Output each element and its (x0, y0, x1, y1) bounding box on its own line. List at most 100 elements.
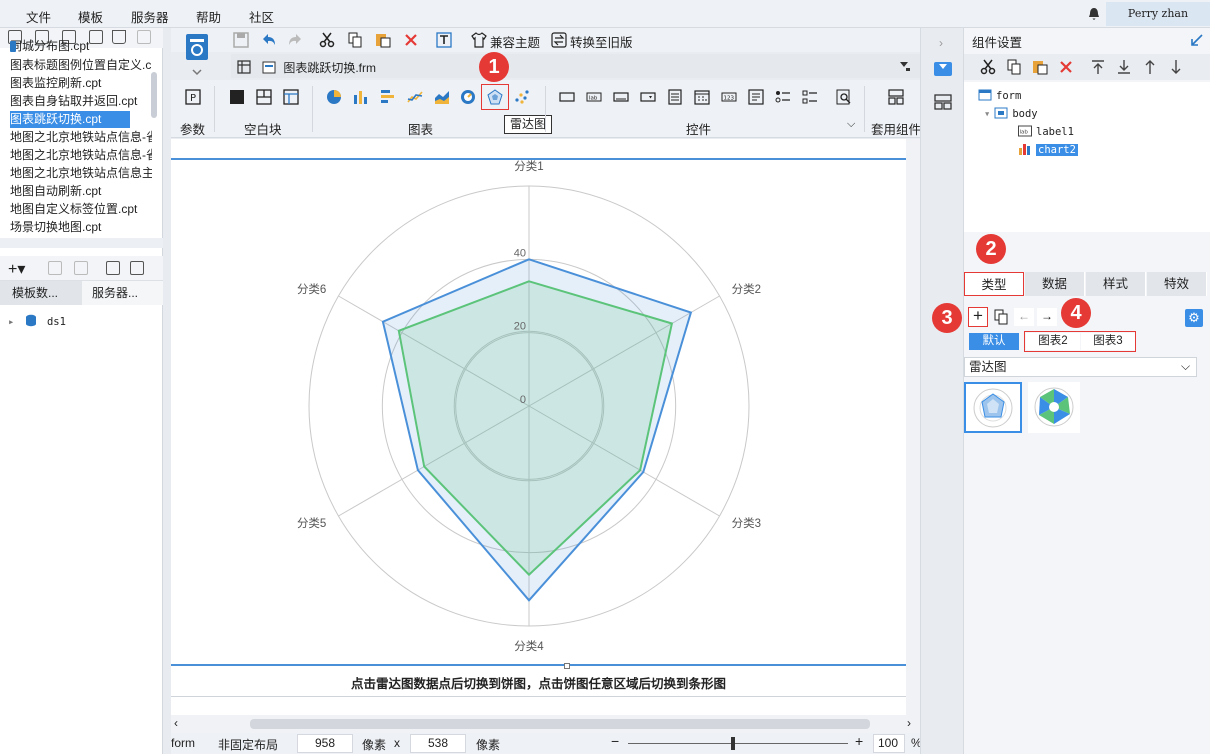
subtab-default[interactable]: 默认 (969, 333, 1019, 350)
parameter-icon[interactable]: P (185, 89, 201, 105)
collapse-icon[interactable]: › (939, 36, 943, 50)
datasource-item[interactable]: ▸ ds1 (8, 314, 66, 330)
zoom-slider[interactable] (628, 743, 848, 744)
list-item-selected[interactable]: 图表跳跃切换.cpt (10, 111, 130, 128)
combo-widget-icon[interactable] (640, 89, 656, 105)
tab-menu-icon[interactable] (899, 60, 911, 72)
button-widget-icon[interactable] (559, 89, 575, 105)
paste-icon[interactable] (1032, 59, 1048, 75)
move-top-icon[interactable] (1090, 59, 1106, 75)
tab-type[interactable]: 类型 (964, 272, 1024, 296)
grid-icon[interactable] (237, 60, 251, 74)
panel-splitter[interactable] (163, 28, 171, 754)
zoom-in-icon[interactable]: + (855, 733, 863, 749)
horizontal-scroll-thumb[interactable] (250, 719, 870, 729)
scroll-left-icon[interactable]: ‹ (174, 716, 178, 730)
menu-template[interactable]: 模板 (78, 7, 103, 26)
menu-server[interactable]: 服务器 (131, 7, 169, 26)
zoom-out-icon[interactable]: − (611, 733, 619, 749)
status-layout-mode[interactable]: 非固定布局 (218, 736, 278, 753)
hint-label[interactable]: 点击雷达图数据点后切换到饼图，点击饼图任意区域后切换到条形图 (171, 673, 906, 692)
gear-icon[interactable]: ⚙ (1185, 309, 1203, 327)
text-icon[interactable] (436, 32, 452, 48)
bar-chart-icon[interactable] (353, 89, 369, 105)
list-item[interactable]: 图表标题图例位置自定义.cpt (10, 57, 152, 74)
menu-help[interactable]: 帮助 (196, 7, 221, 26)
line-chart-icon[interactable] (407, 89, 423, 105)
radar-chart[interactable]: 0 20 40 分类1 分类2 分类3 分类4 分类5 分类6 (171, 139, 906, 665)
tree-item-chart2[interactable]: chart2 (1018, 143, 1078, 156)
zoom-input[interactable]: 100 (873, 734, 905, 753)
panel-divider[interactable] (0, 238, 163, 248)
add-icon[interactable]: +▾ (8, 259, 25, 279)
preview-icon[interactable] (106, 261, 120, 275)
move-down-icon[interactable] (1168, 59, 1184, 75)
tree-item-label1[interactable]: lab label1 (1018, 125, 1074, 138)
add-chart-button[interactable]: + (968, 307, 988, 327)
checkbox-widget-icon[interactable] (802, 89, 818, 105)
list-item[interactable]: 地图自动刷新.cpt (10, 183, 152, 200)
list-item[interactable]: 同城分布图.cpt (10, 38, 152, 55)
height-input[interactable]: 538 (410, 734, 466, 753)
convert-old-button[interactable]: 转换至旧版 (570, 32, 633, 51)
scatter-chart-icon[interactable] (514, 89, 530, 105)
scroll-right-icon[interactable]: › (907, 716, 911, 730)
tree-item-body[interactable]: ▾ body (984, 107, 1038, 120)
gauge-chart-icon[interactable] (460, 89, 476, 105)
number-widget-icon[interactable]: 123 (721, 89, 737, 105)
list-item[interactable]: 地图之北京地铁站点信息主 (10, 165, 152, 182)
list-widget-icon[interactable] (667, 89, 683, 105)
tab-data[interactable]: 数据 (1025, 272, 1085, 296)
pie-chart-icon[interactable] (326, 89, 342, 105)
shirt-icon[interactable] (471, 32, 487, 48)
textarea-widget-icon[interactable] (748, 89, 764, 105)
move-up-icon[interactable] (1142, 59, 1158, 75)
cut-icon[interactable] (980, 59, 996, 75)
menu-file[interactable]: 文件 (26, 7, 51, 26)
textbox-widget-icon[interactable] (613, 89, 629, 105)
hbar-chart-icon[interactable] (380, 89, 396, 105)
absolute-block-icon[interactable] (283, 89, 299, 105)
tab-effects[interactable]: 特效 (1147, 272, 1207, 296)
date-widget-icon[interactable] (694, 89, 710, 105)
chart-type-select[interactable]: 雷达图 (964, 357, 1197, 377)
paste-icon[interactable] (375, 32, 391, 48)
move-bottom-icon[interactable] (1116, 59, 1132, 75)
redo-icon[interactable] (287, 32, 303, 48)
user-name[interactable]: Perry zhan (1106, 2, 1210, 26)
layout-icon[interactable] (934, 94, 952, 110)
dataset-icon[interactable] (130, 261, 144, 275)
bell-icon[interactable] (1088, 7, 1100, 21)
list-item[interactable]: 图表自身钻取并返回.cpt (10, 93, 152, 110)
zoom-slider-thumb[interactable] (731, 737, 735, 750)
vertical-scrollbar[interactable] (906, 139, 920, 715)
copy-icon[interactable] (1006, 59, 1022, 75)
list-item[interactable]: 场景切换地图.cpt (10, 219, 152, 236)
apply-component-icon[interactable] (888, 89, 904, 105)
convert-icon[interactable] (551, 32, 567, 48)
tab-template-data[interactable]: 模板数... (0, 281, 82, 305)
delete-icon[interactable] (74, 261, 88, 275)
label-widget-icon[interactable]: lab (586, 89, 602, 105)
move-left-icon[interactable]: ← (1014, 308, 1034, 326)
delete-icon[interactable] (403, 32, 419, 48)
expand-icon[interactable] (1191, 34, 1203, 46)
list-item[interactable]: 地图之北京地铁站点信息-省 (10, 129, 152, 146)
move-right-icon[interactable]: → (1037, 308, 1057, 326)
compat-theme-button[interactable]: 兼容主题 (490, 32, 540, 51)
resize-handle[interactable] (564, 663, 570, 669)
undo-icon[interactable] (261, 32, 277, 48)
area-chart-icon[interactable] (434, 89, 450, 105)
save-icon[interactable] (233, 32, 249, 48)
design-mode-icon[interactable] (178, 30, 216, 76)
chevron-down-icon[interactable]: ⌵ (847, 118, 855, 131)
copy-chart-icon[interactable] (993, 309, 1009, 325)
cut-icon[interactable] (319, 32, 335, 48)
edit-icon[interactable] (48, 261, 62, 275)
list-item[interactable]: 地图自定义标签位置.cpt (10, 201, 152, 218)
radio-widget-icon[interactable] (775, 89, 791, 105)
width-input[interactable]: 958 (297, 734, 353, 753)
tab-style[interactable]: 样式 (1086, 272, 1146, 296)
component-settings-icon[interactable] (934, 62, 952, 76)
tree-item-form[interactable]: form (978, 89, 1021, 102)
